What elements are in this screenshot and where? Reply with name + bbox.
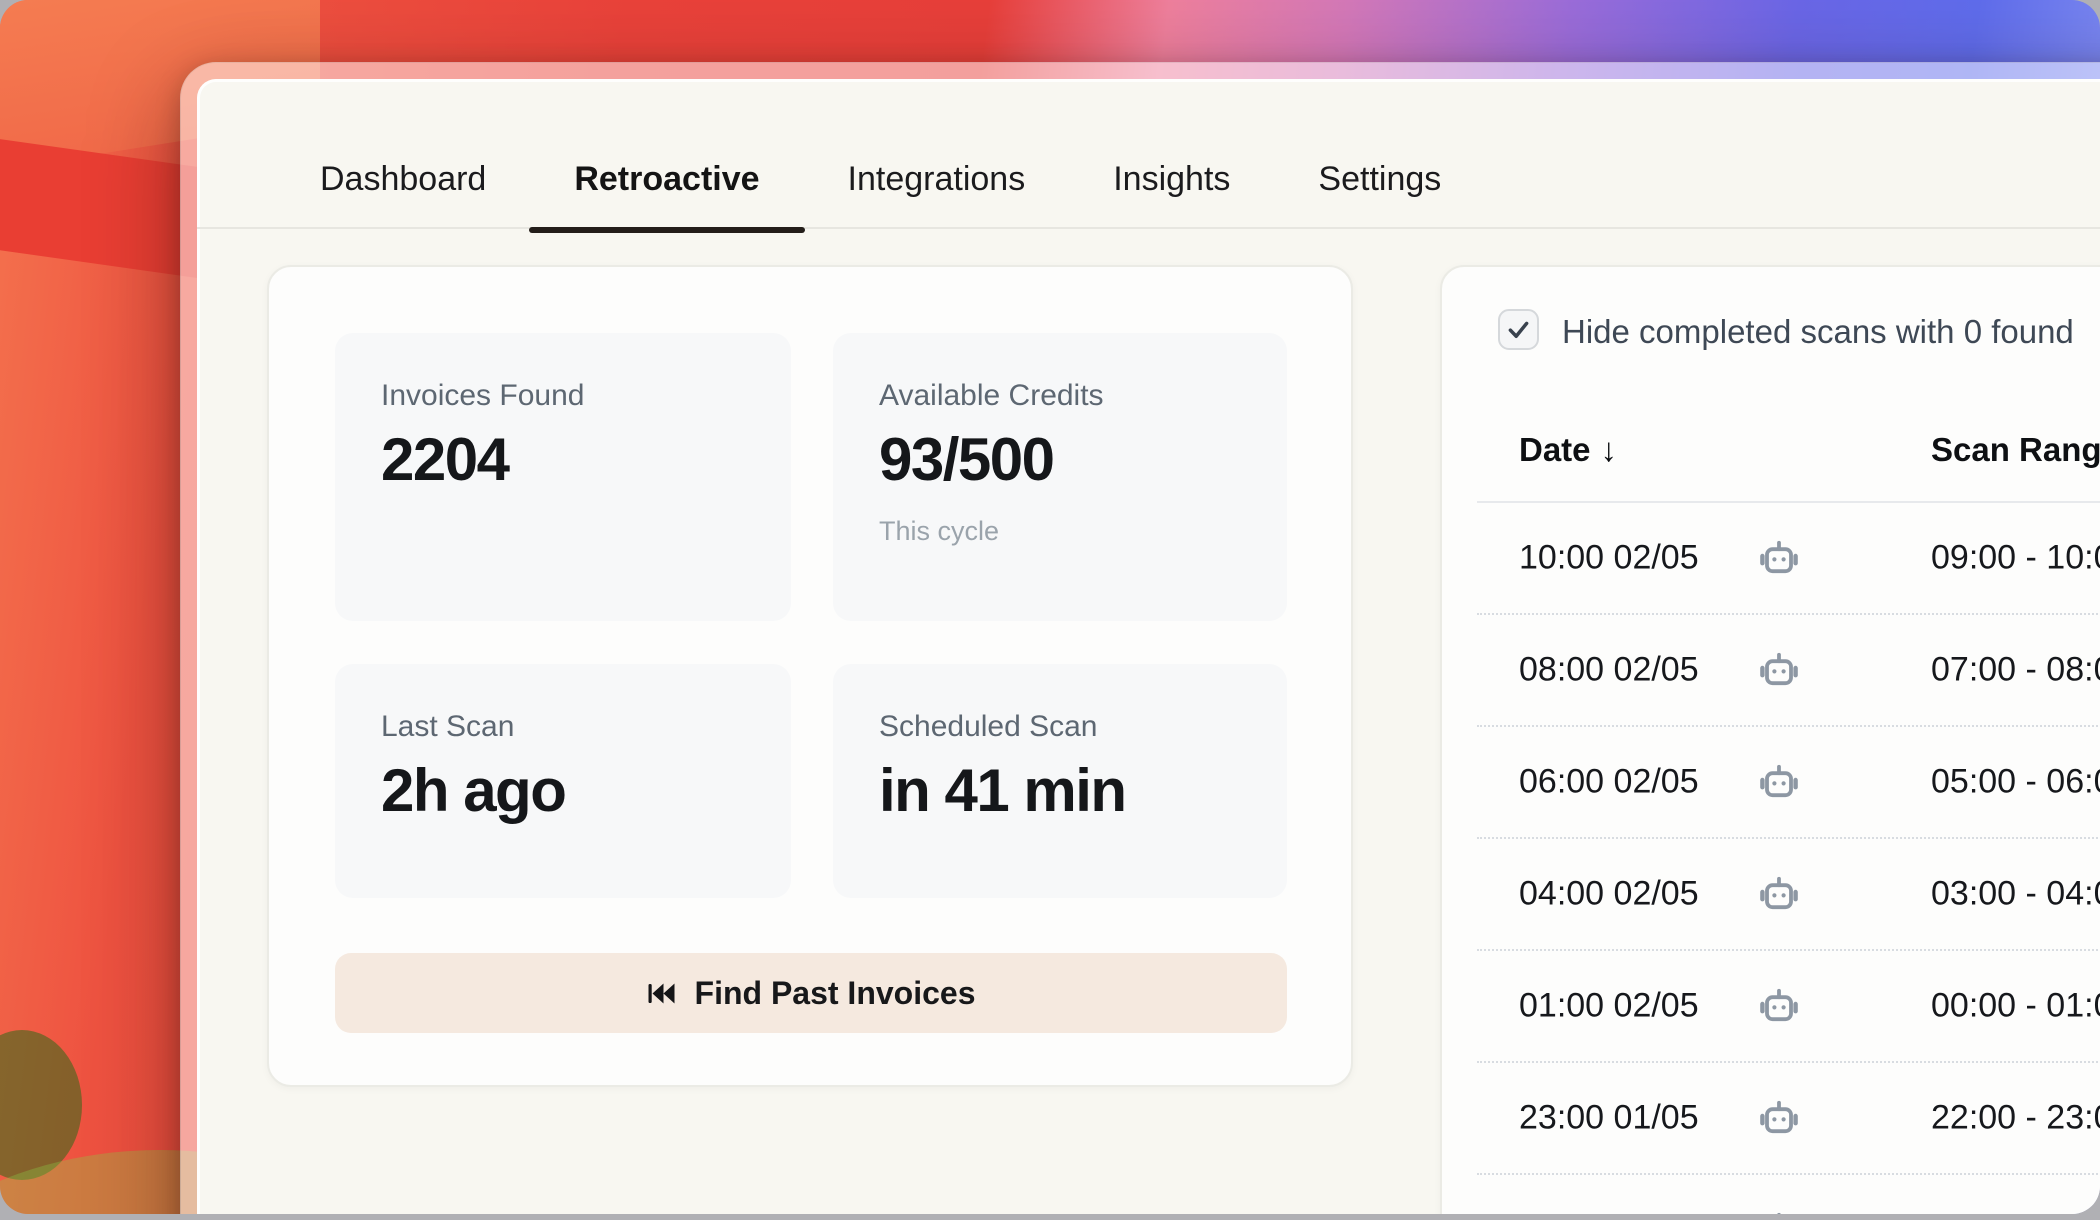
- robot-icon: [1755, 1094, 1803, 1142]
- sort-down-icon: ↓: [1601, 431, 1618, 468]
- stat-value: 93/500: [879, 425, 1247, 494]
- table-row[interactable]: 22:00 01/05 21:00 - 22:00: [1477, 1173, 2100, 1214]
- scan-rows: 10:00 02/05 09:00 - 10:00 08:00 02/05 07…: [1477, 503, 2100, 1214]
- stat-card-last-scan: Last Scan 2h ago: [335, 664, 791, 898]
- stat-value: 2204: [381, 425, 751, 494]
- table-row[interactable]: 01:00 02/05 00:00 - 01:00: [1477, 949, 2100, 1061]
- scan-date: 06:00 02/05: [1519, 763, 1699, 802]
- table-row[interactable]: 08:00 02/05 07:00 - 08:00: [1477, 613, 2100, 725]
- scan-date: 04:00 02/05: [1519, 875, 1699, 914]
- desktop-screen: Dashboard Retroactive Integrations Insig…: [0, 0, 2100, 1214]
- scan-date: 22:00 01/05: [1519, 1211, 1699, 1215]
- hide-completed-checkbox[interactable]: [1498, 309, 1539, 350]
- scan-range: 22:00 - 23:00: [1931, 1099, 2100, 1138]
- scan-range: 03:00 - 04:00: [1931, 875, 2100, 914]
- tab-retroactive[interactable]: Retroactive: [574, 130, 759, 229]
- check-icon: [1505, 316, 1532, 343]
- stat-note: This cycle: [879, 516, 1247, 547]
- table-row[interactable]: 23:00 01/05 22:00 - 23:00: [1477, 1061, 2100, 1173]
- stats-panel: Invoices Found 2204 Available Credits 93…: [267, 265, 1353, 1087]
- hide-completed-label[interactable]: Hide completed scans with 0 found: [1562, 310, 2074, 354]
- tab-insights[interactable]: Insights: [1113, 130, 1230, 229]
- stat-value: 2h ago: [381, 756, 751, 825]
- stat-label: Scheduled Scan: [879, 710, 1247, 744]
- tab-bar: Dashboard Retroactive Integrations Insig…: [320, 130, 1441, 229]
- stat-label: Available Credits: [879, 379, 1247, 413]
- robot-icon: [1755, 982, 1803, 1030]
- scan-range: 07:00 - 08:00: [1931, 651, 2100, 690]
- tab-settings[interactable]: Settings: [1318, 130, 1441, 229]
- stat-card-invoices-found: Invoices Found 2204: [335, 333, 791, 621]
- table-row[interactable]: 04:00 02/05 03:00 - 04:00: [1477, 837, 2100, 949]
- scan-date: 23:00 01/05: [1519, 1099, 1699, 1138]
- table-row[interactable]: 10:00 02/05 09:00 - 10:00: [1477, 503, 2100, 613]
- scan-range: 21:00 - 22:00: [1931, 1211, 2100, 1215]
- robot-icon: [1755, 1206, 1803, 1214]
- robot-icon: [1755, 646, 1803, 694]
- scan-range: 09:00 - 10:00: [1931, 539, 2100, 578]
- stat-label: Invoices Found: [381, 379, 751, 413]
- robot-icon: [1755, 758, 1803, 806]
- table-row[interactable]: 06:00 02/05 05:00 - 06:00: [1477, 725, 2100, 837]
- scan-range: 00:00 - 01:00: [1931, 987, 2100, 1026]
- column-header-date-label: Date: [1519, 431, 1591, 468]
- robot-icon: [1755, 534, 1803, 582]
- scan-date: 08:00 02/05: [1519, 651, 1699, 690]
- scan-date: 01:00 02/05: [1519, 987, 1699, 1026]
- tab-dashboard[interactable]: Dashboard: [320, 130, 486, 229]
- tab-integrations[interactable]: Integrations: [848, 130, 1026, 229]
- column-header-scan-range: Scan Range: [1931, 427, 2100, 473]
- stat-label: Last Scan: [381, 710, 751, 744]
- find-past-invoices-button[interactable]: Find Past Invoices: [335, 953, 1287, 1033]
- scan-range: 05:00 - 06:00: [1931, 763, 2100, 802]
- wallpaper-leaf-blob: [0, 1030, 82, 1180]
- stat-card-scheduled-scan: Scheduled Scan in 41 min: [833, 664, 1287, 898]
- stat-value: in 41 min: [879, 756, 1247, 825]
- scan-date: 10:00 02/05: [1519, 539, 1699, 578]
- find-past-invoices-label: Find Past Invoices: [695, 975, 976, 1012]
- scans-panel: Hide completed scans with 0 found Date↓ …: [1440, 265, 2100, 1214]
- stat-card-available-credits: Available Credits 93/500 This cycle: [833, 333, 1287, 621]
- rewind-icon: [647, 980, 677, 1007]
- column-header-date[interactable]: Date ↓: [1519, 427, 1617, 473]
- robot-icon: [1755, 870, 1803, 918]
